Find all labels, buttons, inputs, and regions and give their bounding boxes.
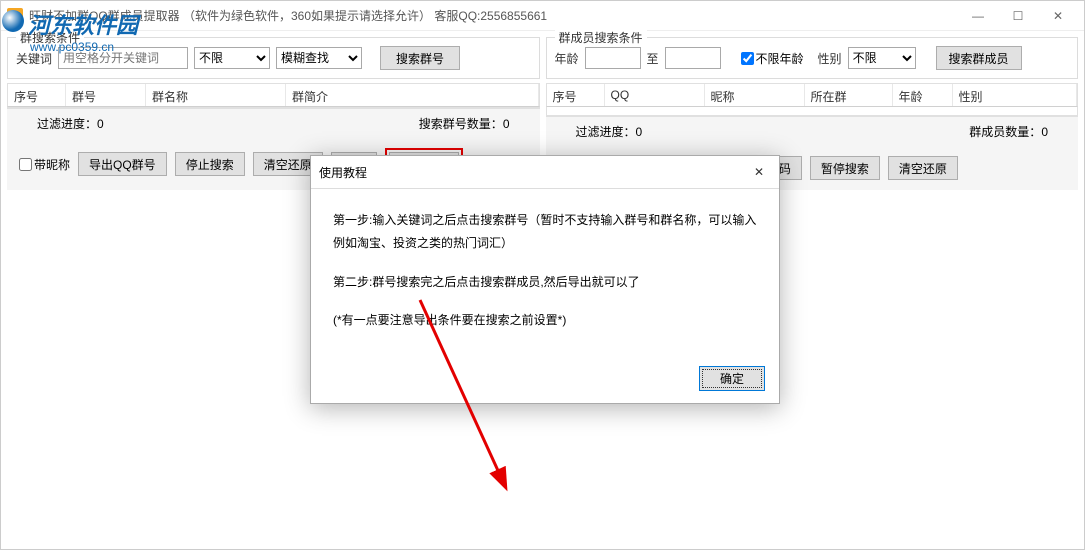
groupbox-title: 群成员搜索条件: [555, 29, 647, 46]
pause-search-button[interactable]: 暂停搜索: [810, 156, 880, 180]
gender-select[interactable]: 不限: [848, 47, 916, 69]
export-groups-button[interactable]: 导出QQ群号: [78, 152, 167, 176]
member-table-header: 序号 QQ 昵称 所在群 年龄 性别: [546, 83, 1079, 107]
col-group-id[interactable]: 群号: [66, 84, 146, 106]
keyword-label: 关键词: [16, 50, 52, 67]
col-in-group[interactable]: 所在群: [805, 84, 893, 106]
nickname-checkbox[interactable]: 带昵称: [19, 156, 70, 173]
no-age-limit-checkbox[interactable]: 不限年龄: [741, 50, 804, 67]
to-label: 至: [647, 50, 659, 67]
group-count-label: 搜索群号数量：: [419, 117, 503, 131]
col-group-desc[interactable]: 群简介: [286, 84, 539, 106]
gender-label: 性别: [818, 50, 842, 67]
age-to-input[interactable]: [665, 47, 721, 69]
tutorial-step-1: 第一步:输入关键词之后点击搜索群号（暂时不支持输入群号和群名称，可以输入例如淘宝…: [333, 209, 757, 255]
window-title: 旺财不加群QQ群成员提取器 （软件为绿色软件，360如果提示请选择允许） 客服Q…: [29, 7, 958, 24]
dialog-title: 使用教程: [319, 164, 747, 181]
clear-reset-button[interactable]: 清空还原: [888, 156, 958, 180]
search-groups-button[interactable]: 搜索群号: [380, 46, 460, 70]
group-status-row: 过滤进度：0 搜索群号数量：0: [7, 108, 540, 138]
age-from-input[interactable]: [585, 47, 641, 69]
tutorial-note: (*有一点要注意导出条件要在搜索之前设置*): [333, 309, 757, 332]
col-group-name[interactable]: 群名称: [146, 84, 286, 106]
col-index[interactable]: 序号: [8, 84, 66, 106]
group-count-value: 0: [503, 117, 510, 131]
match-select[interactable]: 模糊查找: [276, 47, 362, 69]
member-search-conditions: 群成员搜索条件 年龄 至 不限年龄 性别 不限 搜索群成员: [546, 37, 1079, 79]
dialog-body: 第一步:输入关键词之后点击搜索群号（暂时不支持输入群号和群名称，可以输入例如淘宝…: [311, 189, 779, 358]
limit-select[interactable]: 不限: [194, 47, 270, 69]
col-qq[interactable]: QQ: [605, 84, 705, 106]
filter-progress-value: 0: [97, 117, 104, 131]
dialog-ok-button[interactable]: 确定: [699, 366, 765, 391]
group-search-conditions: 群搜索条件 关键词 不限 模糊查找 搜索群号: [7, 37, 540, 79]
member-status-row: 过滤进度：0 群成员数量：0: [546, 116, 1079, 146]
age-label: 年龄: [555, 50, 579, 67]
col-gender[interactable]: 性别: [953, 84, 1078, 106]
filter-progress-label: 过滤进度：: [37, 117, 97, 131]
tutorial-step-2: 第二步:群号搜索完之后点击搜索群成员,然后导出就可以了: [333, 271, 757, 294]
member-table-body[interactable]: [546, 107, 1079, 116]
dialog-close-button[interactable]: ✕: [747, 162, 771, 182]
filter-progress-value: 0: [636, 125, 643, 139]
member-count-label: 群成员数量：: [969, 125, 1041, 139]
group-table-header: 序号 群号 群名称 群简介: [7, 83, 540, 107]
col-age[interactable]: 年龄: [893, 84, 953, 106]
maximize-button[interactable]: ☐: [998, 2, 1038, 30]
app-icon: [7, 8, 23, 24]
titlebar: 旺财不加群QQ群成员提取器 （软件为绿色软件，360如果提示请选择允许） 客服Q…: [1, 1, 1084, 31]
filter-progress-label: 过滤进度：: [576, 125, 636, 139]
search-members-button[interactable]: 搜索群成员: [936, 46, 1022, 70]
keyword-input[interactable]: [58, 47, 188, 69]
col-nickname[interactable]: 昵称: [705, 84, 805, 106]
member-count-value: 0: [1041, 125, 1048, 139]
minimize-button[interactable]: —: [958, 2, 998, 30]
tutorial-dialog: 使用教程 ✕ 第一步:输入关键词之后点击搜索群号（暂时不支持输入群号和群名称，可…: [310, 155, 780, 404]
col-index[interactable]: 序号: [547, 84, 605, 106]
groupbox-title: 群搜索条件: [16, 29, 84, 46]
stop-search-button[interactable]: 停止搜索: [175, 152, 245, 176]
dialog-titlebar: 使用教程 ✕: [311, 156, 779, 189]
close-button[interactable]: ✕: [1038, 2, 1078, 30]
